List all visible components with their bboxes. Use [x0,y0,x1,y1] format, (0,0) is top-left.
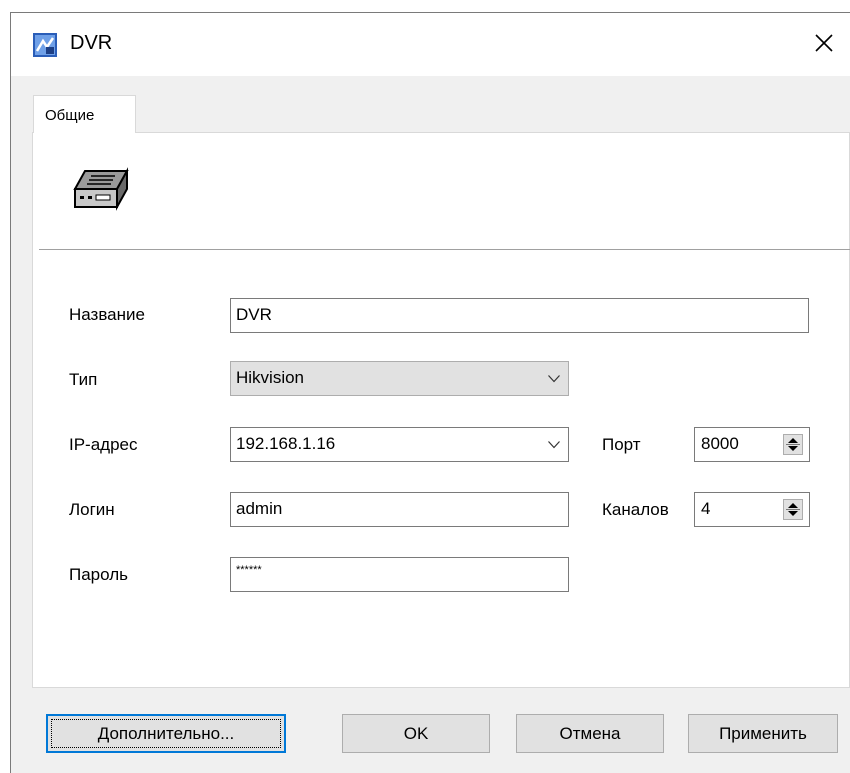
name-input[interactable]: DVR [230,298,809,333]
type-select-value: Hikvision [236,368,305,387]
cancel-button[interactable]: Отмена [516,714,664,753]
login-input[interactable]: admin [230,492,569,527]
ok-button-label: OK [403,724,429,743]
port-spin-buttons[interactable] [783,434,803,455]
channels-stepper[interactable]: 4 [694,492,810,527]
header-separator [39,249,850,250]
app-icon [33,33,57,57]
ip-combo-value: 192.168.1.16 [236,434,336,453]
apply-button[interactable]: Применить [688,714,838,753]
dvr-dialog: DVR Общие Название DVR Тип Hikvision IP-… [10,12,850,773]
port-value: 8000 [701,434,739,453]
advanced-button[interactable]: Дополнительно... [46,714,286,753]
chevron-down-icon [548,375,560,383]
spin-arrows-icon [786,438,800,451]
tab-general[interactable]: Общие [33,95,136,133]
type-select[interactable]: Hikvision [230,361,569,396]
chevron-down-icon [548,441,560,449]
port-stepper[interactable]: 8000 [694,427,810,462]
channels-label: Каналов [602,500,669,519]
tab-general-label: Общие [45,107,95,124]
title-bar: DVR [11,13,850,76]
dvr-device-icon [73,167,129,211]
apply-button-label: Применить [719,724,807,743]
login-label: Логин [69,500,115,519]
channels-spin-buttons[interactable] [783,499,803,520]
ip-label: IP-адрес [69,435,138,454]
password-input[interactable]: ****** [230,557,569,592]
port-label: Порт [602,435,641,454]
type-label: Тип [69,370,98,389]
focus-rect [51,719,281,748]
general-panel: Название DVR Тип Hikvision IP-адрес 192.… [32,132,850,688]
spin-arrows-icon [786,503,800,516]
cancel-button-label: Отмена [559,724,621,743]
window-title: DVR [70,32,113,54]
ok-button[interactable]: OK [342,714,490,753]
channels-value: 4 [701,499,711,518]
close-icon[interactable] [808,27,840,59]
password-label: Пароль [69,565,128,584]
name-label: Название [69,305,145,324]
ip-combo[interactable]: 192.168.1.16 [230,427,569,462]
